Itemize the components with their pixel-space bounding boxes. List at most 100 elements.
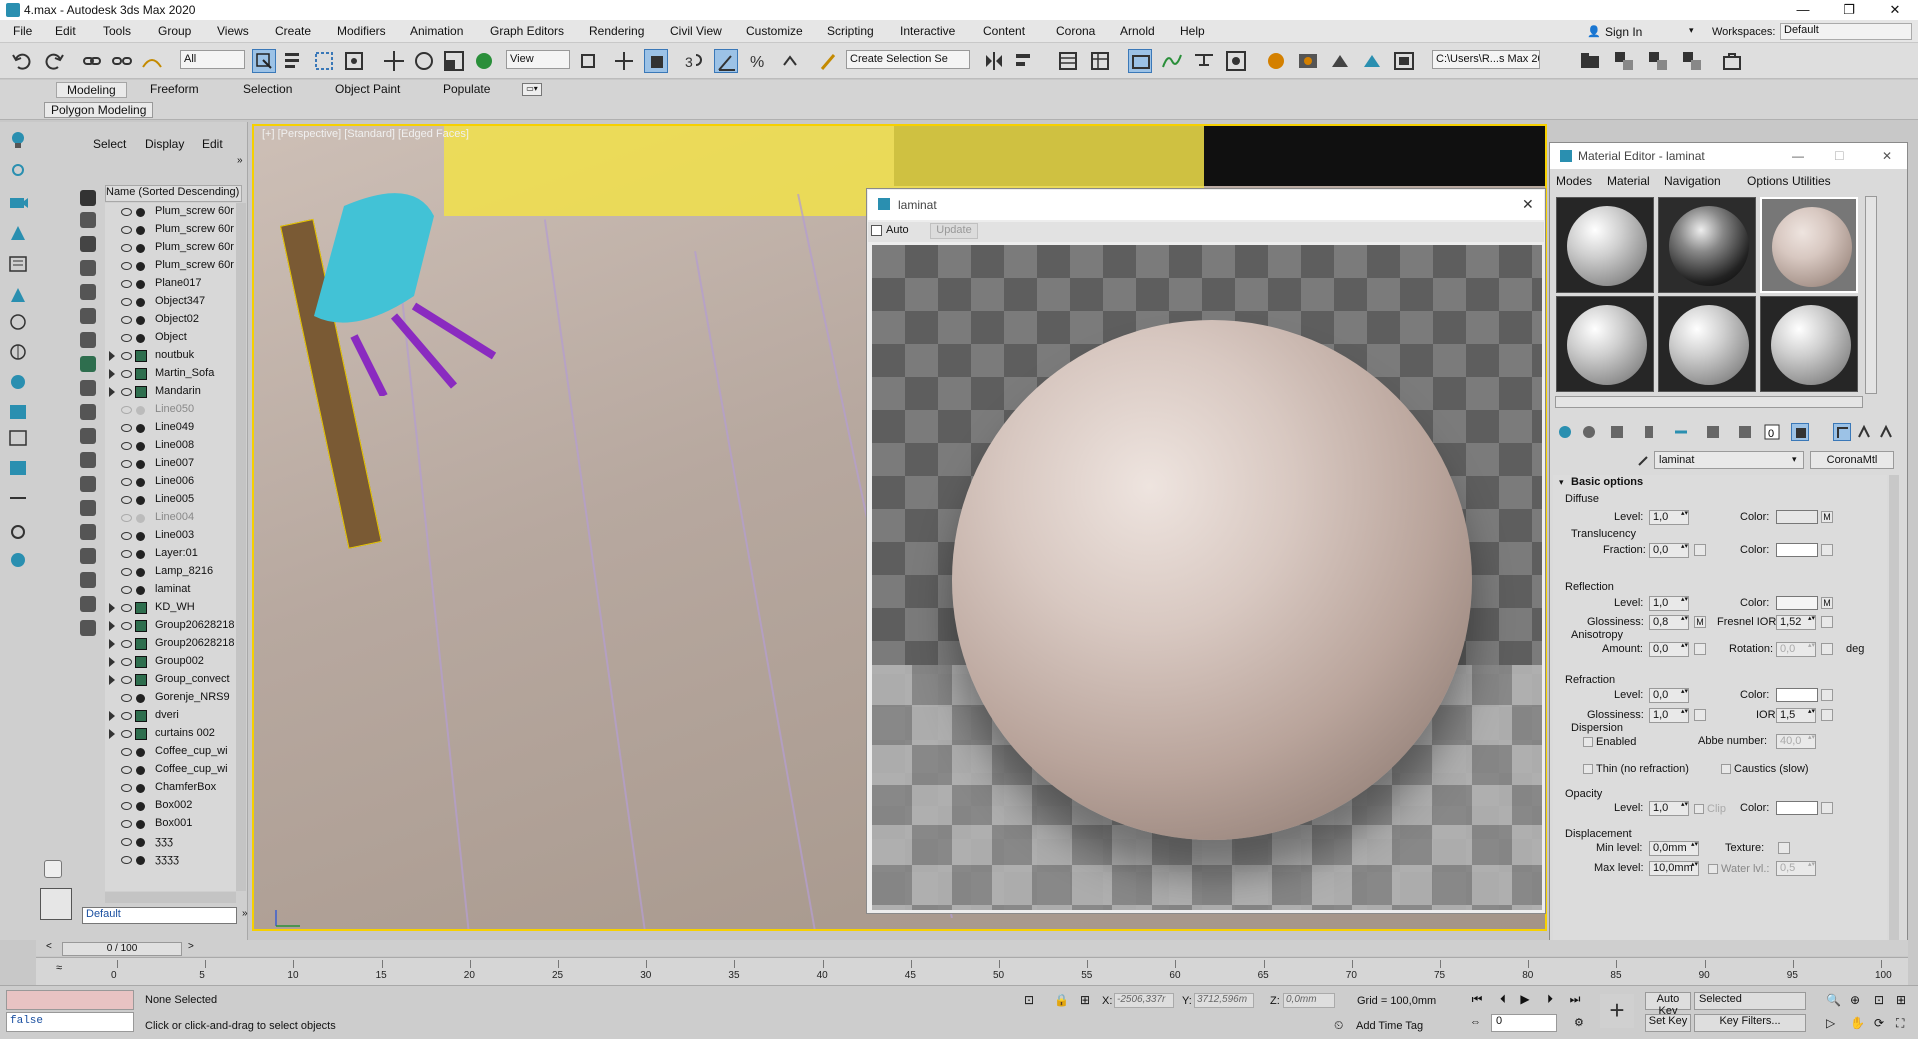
maximize-button[interactable]: ❐ bbox=[1826, 0, 1872, 20]
explorer-row[interactable]: Object347 bbox=[105, 293, 236, 311]
menu-help[interactable]: Help bbox=[1180, 24, 1205, 38]
filter-groups-icon[interactable] bbox=[80, 332, 96, 348]
select-by-name-icon[interactable] bbox=[282, 49, 306, 73]
explorer-row[interactable]: dveri bbox=[105, 707, 236, 725]
explorer-row[interactable]: Lamp_8216 bbox=[105, 563, 236, 581]
previous-frame-icon[interactable]: ⏴ bbox=[1493, 992, 1513, 1010]
undo-icon[interactable] bbox=[10, 49, 34, 73]
xref-icon[interactable] bbox=[1680, 49, 1704, 73]
filter-xrefs-icon[interactable] bbox=[80, 356, 96, 372]
track-bar[interactable] bbox=[36, 957, 1908, 985]
scene-explorer-icon[interactable] bbox=[1088, 49, 1112, 73]
expand-arrow-icon[interactable] bbox=[109, 729, 115, 739]
mated-menu-modes[interactable]: Modes bbox=[1556, 174, 1592, 188]
filter-cameras-icon[interactable] bbox=[80, 260, 96, 276]
visibility-eye-icon[interactable] bbox=[121, 658, 132, 666]
visibility-eye-icon[interactable] bbox=[121, 352, 132, 360]
explorer-row[interactable]: Group002 bbox=[105, 653, 236, 671]
link-icon[interactable] bbox=[80, 49, 104, 73]
visibility-eye-icon[interactable] bbox=[121, 514, 132, 522]
key-filters-button[interactable]: Key Filters... bbox=[1694, 1014, 1806, 1032]
explorer-row[interactable]: noutbuk bbox=[105, 347, 236, 365]
viewport-label[interactable]: [+] [Perspective] [Standard] [Edged Face… bbox=[262, 128, 469, 140]
visibility-eye-icon[interactable] bbox=[121, 496, 132, 504]
expand-arrow-icon[interactable] bbox=[109, 369, 115, 379]
menu-views[interactable]: Views bbox=[217, 24, 249, 38]
filter-geometry-icon[interactable] bbox=[80, 190, 96, 206]
translucency-fraction-spinner[interactable]: 0,0 bbox=[1649, 543, 1689, 558]
select-manipulate-icon[interactable] bbox=[612, 49, 636, 73]
abbe-number-spinner[interactable]: 40,0 bbox=[1776, 734, 1816, 749]
opacity-color-swatch[interactable] bbox=[1776, 801, 1818, 815]
material-slot[interactable] bbox=[1556, 197, 1654, 293]
menu-animation[interactable]: Animation bbox=[410, 24, 463, 38]
menu-customize[interactable]: Customize bbox=[746, 24, 803, 38]
filter-frozen-icon[interactable] bbox=[80, 428, 96, 444]
expand-arrow-icon[interactable] bbox=[109, 351, 115, 361]
put-to-library-icon[interactable] bbox=[1704, 423, 1722, 441]
maximize-viewport-icon[interactable]: ⛶ bbox=[1896, 1016, 1904, 1031]
explorer-row[interactable]: Coffee_cup_wi bbox=[105, 743, 236, 761]
menu-tools[interactable]: Tools bbox=[103, 24, 131, 38]
visibility-eye-icon[interactable] bbox=[121, 568, 132, 576]
explorer-row[interactable]: curtains 002 bbox=[105, 725, 236, 743]
curve-editor-icon[interactable] bbox=[1160, 49, 1184, 73]
filter-helpers-icon[interactable] bbox=[80, 284, 96, 300]
anisotropy-rotation-spinner[interactable]: 0,0 bbox=[1776, 642, 1816, 657]
key-mode-icon[interactable]: ⇔ bbox=[1470, 1016, 1481, 1028]
visibility-eye-icon[interactable] bbox=[121, 694, 132, 702]
thin-checkbox[interactable] bbox=[1583, 764, 1593, 774]
material-slot[interactable] bbox=[1760, 296, 1858, 392]
hierarchy-icon[interactable] bbox=[1612, 49, 1636, 73]
visibility-eye-icon[interactable] bbox=[121, 748, 132, 756]
visibility-eye-icon[interactable] bbox=[121, 730, 132, 738]
y-coordinate-field[interactable]: 3712,596m bbox=[1194, 993, 1254, 1008]
explorer-row[interactable]: Martin_Sofa bbox=[105, 365, 236, 383]
explorer-row[interactable]: Plum_screw 60r bbox=[105, 203, 236, 221]
anisotropy-amount-map-button[interactable] bbox=[1694, 643, 1706, 655]
visibility-eye-icon[interactable] bbox=[121, 460, 132, 468]
visibility-eye-icon[interactable] bbox=[121, 334, 132, 342]
explorer-row[interactable]: Line007 bbox=[105, 455, 236, 473]
next-frame-icon[interactable]: ⏵ bbox=[1540, 992, 1560, 1010]
filter-display-icon[interactable] bbox=[80, 620, 96, 636]
add-time-tag-button[interactable]: Add Time Tag bbox=[1356, 1020, 1423, 1032]
visibility-eye-icon[interactable] bbox=[121, 676, 132, 684]
time-next-icon[interactable]: > bbox=[188, 941, 194, 952]
percent-snap-icon[interactable]: % bbox=[746, 49, 770, 73]
filter-selected-icon[interactable] bbox=[80, 548, 96, 564]
helper-icon[interactable] bbox=[7, 222, 29, 242]
explorer-tab-display[interactable]: Display bbox=[145, 137, 184, 151]
explorer-row[interactable]: Line008 bbox=[105, 437, 236, 455]
visibility-eye-icon[interactable] bbox=[121, 550, 132, 558]
reflection-level-spinner[interactable]: 1,0 bbox=[1649, 596, 1689, 611]
project-path-select[interactable]: C:\Users\R...s Max 2020 bbox=[1432, 50, 1540, 69]
show-end-result-icon[interactable] bbox=[1833, 423, 1851, 441]
filter-invert-icon[interactable] bbox=[80, 524, 96, 540]
auto-checkbox[interactable] bbox=[871, 225, 882, 236]
filter-none-icon[interactable] bbox=[80, 500, 96, 516]
filter-layers-icon[interactable] bbox=[80, 596, 96, 612]
zoom-icon[interactable]: 🔍 bbox=[1826, 993, 1841, 1007]
expand-arrow-icon[interactable] bbox=[109, 603, 115, 613]
visibility-eye-icon[interactable] bbox=[121, 298, 132, 306]
spinner-snap-icon[interactable] bbox=[778, 49, 802, 73]
opacity-level-spinner[interactable]: 1,0 bbox=[1649, 801, 1689, 816]
menu-corona[interactable]: Corona bbox=[1056, 24, 1095, 38]
menu-interactive[interactable]: Interactive bbox=[900, 24, 955, 38]
project-folder-icon[interactable] bbox=[1578, 49, 1602, 73]
align-icon[interactable] bbox=[1012, 49, 1036, 73]
filter-bones-icon[interactable] bbox=[80, 380, 96, 396]
filter-containers-icon[interactable] bbox=[80, 404, 96, 420]
render-frame-icon[interactable] bbox=[7, 488, 29, 508]
translucency-fraction-map-button[interactable] bbox=[1694, 544, 1706, 556]
ribbon-options-button[interactable]: ▭▾ bbox=[522, 83, 542, 96]
absolute-mode-icon[interactable]: ⊞ bbox=[1080, 993, 1090, 1007]
material-slot[interactable] bbox=[1658, 197, 1756, 293]
refraction-glossiness-spinner[interactable]: 1,0 bbox=[1649, 708, 1689, 723]
minimize-icon[interactable]: — bbox=[1792, 149, 1804, 163]
slots-vertical-scrollbar[interactable] bbox=[1865, 196, 1877, 394]
opacity-clip-checkbox[interactable] bbox=[1694, 804, 1704, 814]
material-type-button[interactable]: CoronaMtl bbox=[1810, 451, 1894, 469]
explorer-row[interactable]: Plane017 bbox=[105, 275, 236, 293]
